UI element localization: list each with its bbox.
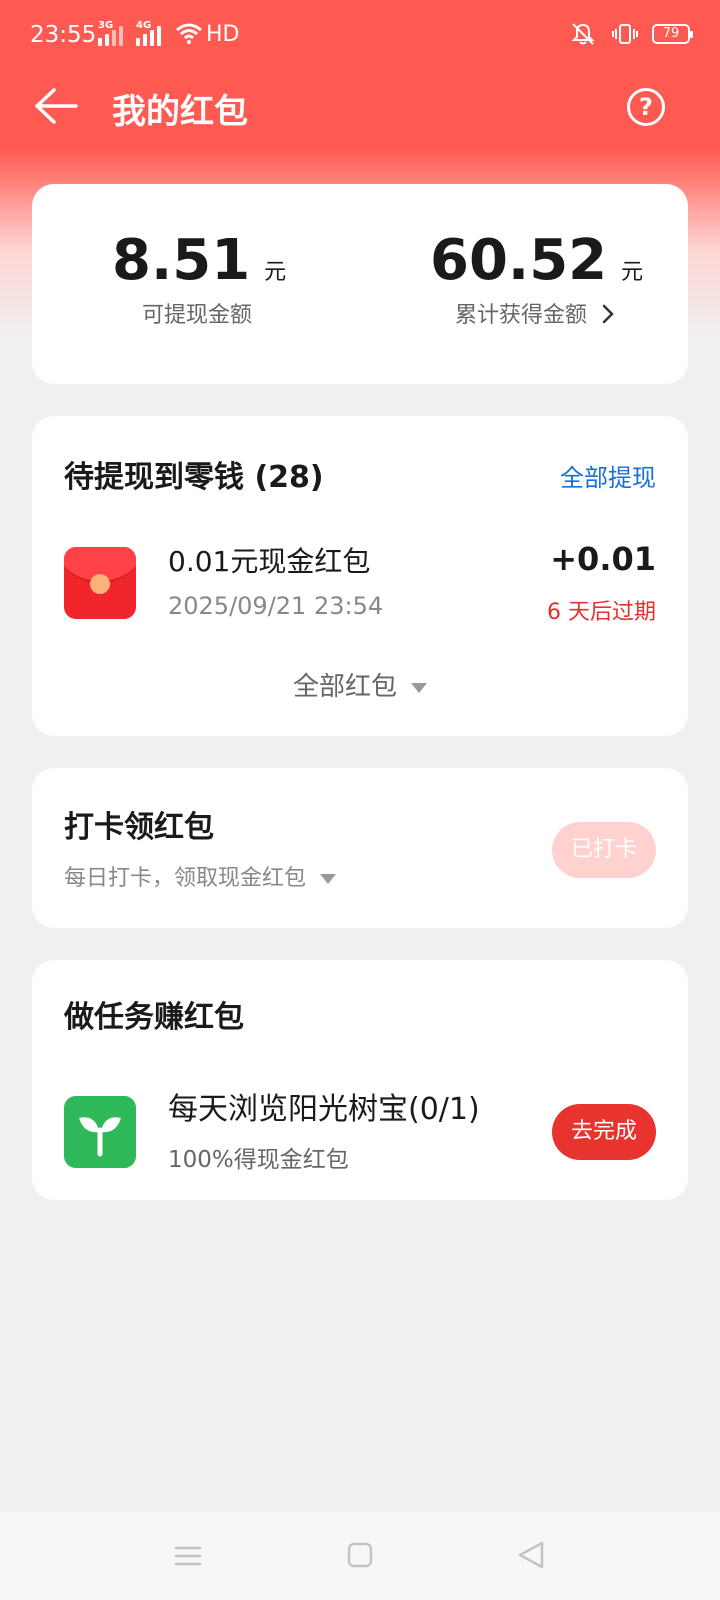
signal-icon: 3G [98, 20, 123, 46]
currency-unit: 元 [621, 260, 644, 285]
app-header: 我的红包 ? [0, 72, 720, 142]
go-complete-button[interactable]: 去完成 [552, 1104, 656, 1160]
status-bar: 23:55 3G 4G HD 79 [0, 0, 720, 72]
withdrawable-balance: 8.51 元 可提现金额 [112, 228, 286, 329]
mute-vibrate-icon [571, 23, 595, 45]
pending-withdrawal-card: 待提现到零钱 (28) 全部提现 0.01元现金红包 2025/09/21 23… [32, 416, 688, 736]
battery-icon: 79 [652, 24, 693, 44]
pending-title: 待提现到零钱 (28) [64, 460, 324, 495]
withdraw-all-link[interactable]: 全部提现 [560, 458, 656, 493]
chevron-right-icon [602, 304, 614, 324]
envelope-time: 2025/09/21 23:54 [168, 592, 384, 620]
envelope-amount: +0.01 [550, 540, 656, 578]
wifi-icon [176, 23, 202, 44]
total-label: 累计获得金额 [454, 303, 587, 328]
total-amount: 60.52 [430, 228, 608, 293]
checkin-card: 打卡领红包 每日打卡，领取现金红包 已打卡 [32, 768, 688, 928]
checked-in-button[interactable]: 已打卡 [552, 822, 656, 878]
task-title: 每天浏览阳光树宝(0/1) [168, 1092, 480, 1127]
system-nav-bar [0, 1512, 720, 1600]
hd-indicator: HD [206, 22, 240, 47]
withdrawable-amount: 8.51 [112, 228, 251, 293]
withdrawable-label: 可提现金额 [141, 303, 252, 328]
all-envelopes-label: 全部红包 [292, 672, 397, 702]
back-icon[interactable] [512, 1538, 552, 1574]
checkin-title: 打卡领红包 [64, 810, 214, 845]
checkin-subtitle: 每日打卡，领取现金红包 [64, 866, 307, 891]
sprout-icon [64, 1096, 136, 1168]
balance-summary-card: 8.51 元 可提现金额 60.52 元 累计获得金额 [32, 184, 688, 384]
vibrate-icon [612, 24, 638, 44]
home-icon[interactable] [340, 1538, 380, 1574]
status-time: 23:55 [30, 22, 97, 48]
help-icon[interactable]: ? [627, 88, 665, 126]
currency-unit: 元 [264, 260, 287, 285]
checkin-subtitle-toggle[interactable]: 每日打卡，领取现金红包 [64, 860, 337, 892]
red-envelope-icon [64, 547, 136, 619]
caret-down-icon [411, 682, 427, 693]
envelope-expiry: 6 天后过期 [547, 600, 656, 625]
all-envelopes-toggle[interactable]: 全部红包 [32, 666, 688, 703]
page-title: 我的红包 [112, 92, 248, 132]
signal-icon: 4G [136, 20, 161, 46]
tasks-title: 做任务赚红包 [64, 1000, 244, 1035]
menu-icon[interactable] [168, 1538, 208, 1574]
envelope-title: 0.01元现金红包 [168, 545, 371, 578]
caret-down-icon [320, 874, 337, 884]
total-earned[interactable]: 60.52 元 累计获得金额 [430, 228, 644, 329]
tasks-card: 做任务赚红包 每天浏览阳光树宝(0/1) 100%得现金红包 去完成 [32, 960, 688, 1200]
task-subtitle: 100%得现金红包 [168, 1147, 349, 1173]
back-arrow-icon[interactable] [32, 86, 80, 126]
